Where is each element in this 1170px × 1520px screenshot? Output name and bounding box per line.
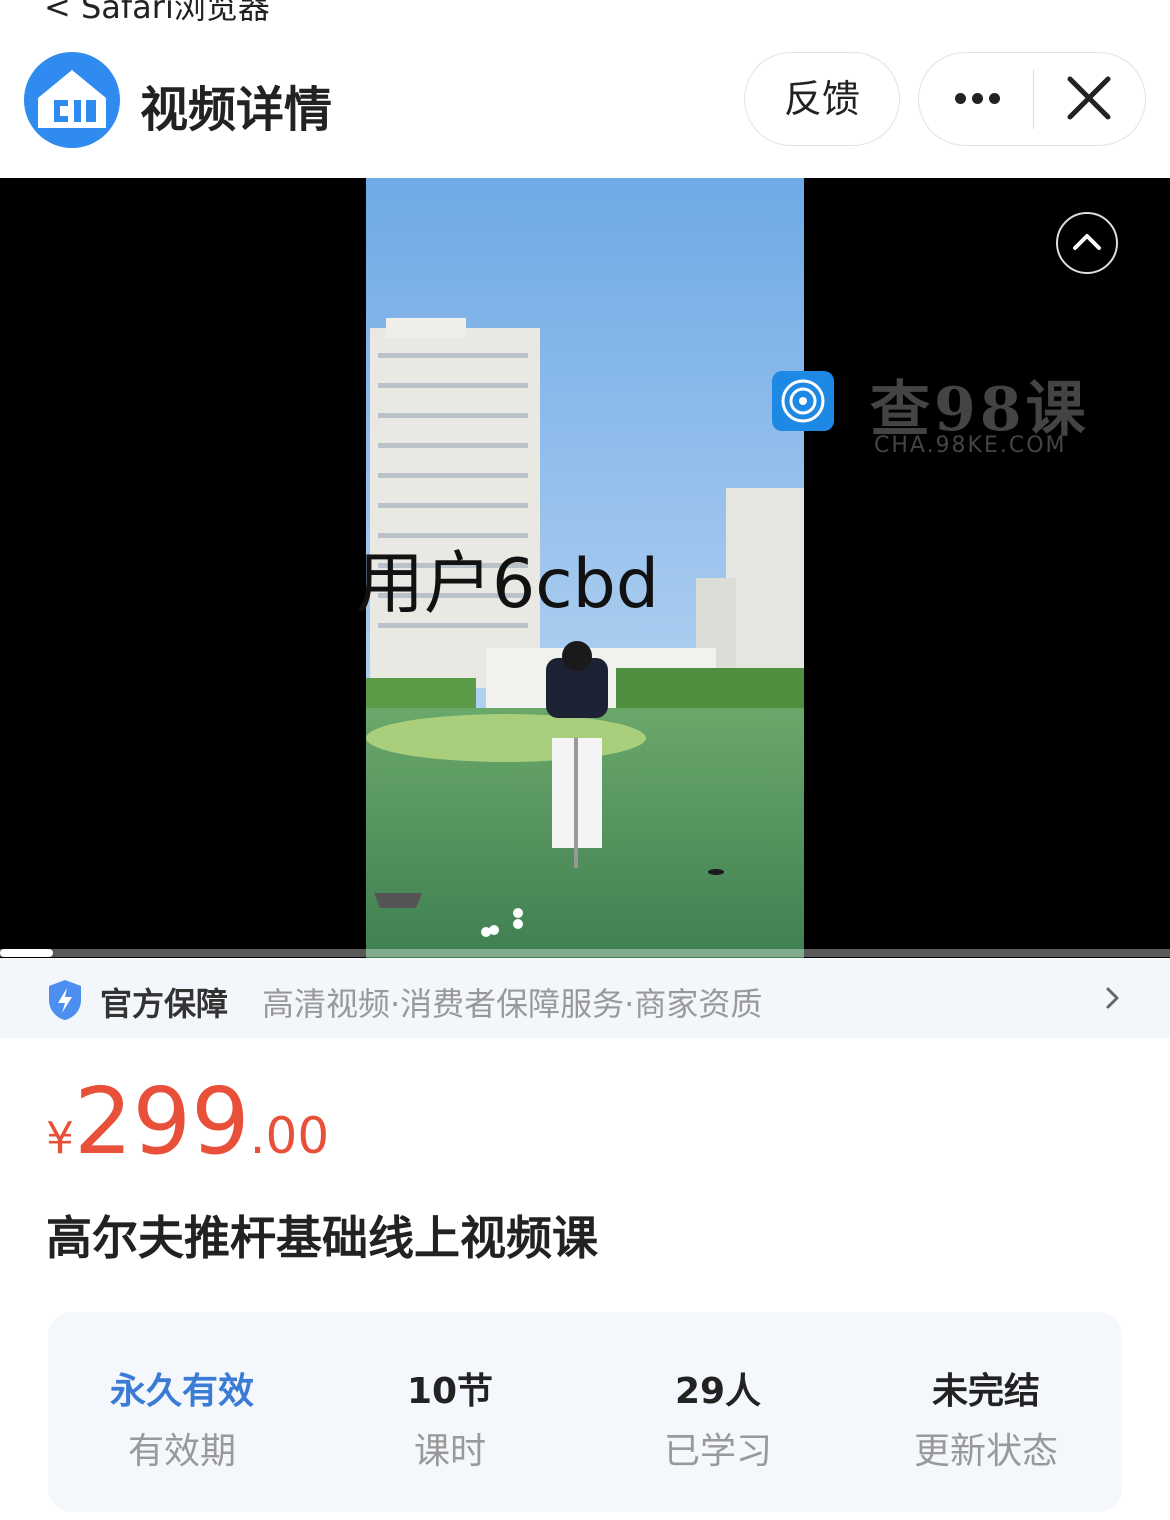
- video-progress-fill: [0, 949, 53, 957]
- shield-icon: [49, 980, 81, 1020]
- stat-validity: 永久有效 有效期: [48, 1312, 316, 1512]
- stat-label: 已学习: [663, 1431, 772, 1472]
- course-title: 高尔夫推杆基础线上视频课: [46, 1211, 598, 1265]
- course-price: ¥299.00: [46, 1068, 329, 1175]
- watermark-domain: CHA.98KE.COM: [874, 433, 1067, 458]
- watermark-logo-icon: [772, 371, 834, 431]
- page-title: 视频详情: [140, 82, 333, 138]
- stat-learners: 29人 已学习: [584, 1312, 852, 1512]
- video-player[interactable]: 查98课 CHA.98KE.COM 用户6cbd: [0, 178, 1170, 958]
- miniapp-capsule: [918, 52, 1146, 146]
- collapse-button[interactable]: [1056, 212, 1118, 274]
- course-stats-card: 永久有效 有效期 10节 课时 29人 已学习 未完结 更新状态: [48, 1312, 1122, 1512]
- stat-lessons: 10节 课时: [316, 1312, 584, 1512]
- guarantee-items: 高清视频·消费者保障服务·商家资质: [262, 985, 763, 1023]
- header: 视频详情 反馈: [0, 30, 1170, 180]
- video-progress-bar[interactable]: [0, 949, 1170, 957]
- stat-value: 未完结: [931, 1371, 1040, 1412]
- price-currency-symbol: ¥: [46, 1113, 74, 1164]
- stat-value: 29人: [674, 1371, 762, 1412]
- close-button[interactable]: [1034, 53, 1146, 145]
- back-to-safari-link[interactable]: < Safari浏览器: [44, 0, 270, 28]
- guarantee-title: 官方保障: [100, 985, 229, 1023]
- guarantee-bar[interactable]: 官方保障 高清视频·消费者保障服务·商家资质: [0, 958, 1170, 1038]
- stat-value: 10节: [406, 1371, 494, 1412]
- feedback-button[interactable]: 反馈: [744, 52, 900, 146]
- chevron-right-icon: [1106, 987, 1119, 1009]
- stat-label: 有效期: [127, 1431, 236, 1472]
- price-decimal: .00: [249, 1107, 330, 1165]
- price-integer: 299: [74, 1068, 250, 1175]
- chevron-up-icon: [1073, 234, 1101, 250]
- stat-label: 课时: [413, 1431, 486, 1472]
- more-options-button[interactable]: [919, 53, 1033, 145]
- stat-label: 更新状态: [913, 1431, 1058, 1472]
- app-logo-icon: [24, 52, 120, 148]
- user-overlay-text: 用户6cbd: [356, 545, 659, 624]
- stat-update-status: 未完结 更新状态: [852, 1312, 1120, 1512]
- close-icon: [1067, 76, 1111, 120]
- stat-value: 永久有效: [109, 1371, 254, 1412]
